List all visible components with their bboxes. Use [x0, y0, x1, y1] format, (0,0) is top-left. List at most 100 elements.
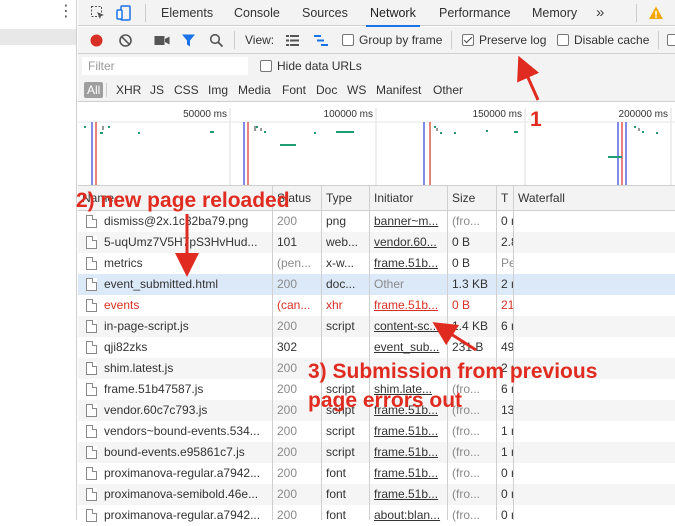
- network-overview[interactable]: 50000 ms 100000 ms 150000 ms 200000 ms: [78, 102, 675, 186]
- cell-time: 0 r: [501, 214, 513, 228]
- cell-type: web...: [326, 235, 359, 249]
- table-row[interactable]: dismiss@2x.1c82ba79.png 200 png banner~m...…: [78, 211, 675, 232]
- disable-cache-checkbox[interactable]: [557, 34, 569, 46]
- column-divider: [513, 186, 514, 520]
- tab-network[interactable]: Network: [366, 0, 420, 27]
- column-divider: [272, 186, 273, 520]
- cell-status: 200: [277, 319, 298, 333]
- more-tabs-button[interactable]: »: [596, 0, 604, 26]
- cell-type: x-w...: [326, 256, 355, 270]
- cell-status: 200: [277, 487, 298, 501]
- cell-initiator[interactable]: about:blan...: [370, 505, 447, 526]
- type-filter-doc[interactable]: Doc: [316, 82, 337, 98]
- cell-initiator[interactable]: Other: [370, 274, 447, 295]
- table-row[interactable]: bound-events.e95861c7.js 200 script frame.5…: [78, 442, 675, 463]
- cell-initiator[interactable]: frame.51b...: [370, 442, 447, 463]
- cell-type: png: [326, 214, 347, 228]
- tab-performance[interactable]: Performance: [439, 0, 511, 26]
- preserve-log-checkbox[interactable]: [462, 34, 474, 46]
- cell-size: (fro...: [452, 508, 481, 522]
- selected-line: [0, 29, 76, 45]
- type-filter-font[interactable]: Font: [282, 82, 306, 98]
- cell-initiator[interactable]: banner~m...: [370, 211, 447, 232]
- cell-status: 101: [277, 235, 298, 249]
- warning-icon[interactable]: [648, 5, 664, 21]
- record-icon[interactable]: [89, 33, 104, 48]
- column-header-size[interactable]: Size: [448, 186, 496, 211]
- type-filter-xhr[interactable]: XHR: [116, 82, 141, 98]
- cell-size: 231 B: [452, 340, 484, 354]
- type-filter-ws[interactable]: WS: [347, 82, 366, 98]
- annotation-step-1: 1: [530, 108, 542, 131]
- type-filter-media[interactable]: Media: [238, 82, 271, 98]
- table-row[interactable]: 5-uqUmz7V5H7pS3HvHud... 101 web... vendor.6…: [78, 232, 675, 253]
- cell-time: 49: [501, 340, 513, 354]
- column-header-time[interactable]: T: [497, 186, 513, 211]
- table-row[interactable]: proximanova-semibold.46e... 200 font frame.…: [78, 484, 675, 505]
- view-label: View:: [245, 33, 275, 47]
- table-row[interactable]: proximanova-regular.a7942... 200 font about…: [78, 505, 675, 526]
- table-row[interactable]: metrics (pen... x-w... frame.51b... 0 B Pe: [78, 253, 675, 274]
- cell-initiator[interactable]: frame.51b...: [370, 484, 447, 505]
- cell-initiator[interactable]: vendor.60...: [370, 232, 447, 253]
- cell-time: 6 r: [501, 319, 513, 333]
- devtools-panel: Elements Console Sources Network Perform…: [78, 0, 675, 522]
- table-row[interactable]: event_submitted.html 200 doc... Other 1.3 KB…: [78, 274, 675, 295]
- device-toolbar-icon[interactable]: [116, 5, 132, 21]
- type-filter-js[interactable]: JS: [150, 82, 164, 98]
- group-by-frame-checkbox[interactable]: [342, 34, 354, 46]
- filter-input[interactable]: [82, 57, 248, 75]
- cell-name: metrics: [104, 256, 143, 270]
- waterfall-overview-icon[interactable]: [313, 34, 329, 47]
- type-filter-css[interactable]: CSS: [174, 82, 199, 98]
- cell-type: font: [326, 466, 347, 480]
- cell-initiator[interactable]: content-sc...: [370, 316, 447, 337]
- more-vert-icon[interactable]: ⋮: [58, 4, 74, 20]
- cell-size: (fro...: [452, 424, 481, 438]
- column-header-waterfall[interactable]: Waterfall: [514, 186, 675, 211]
- cell-time: 1 r: [501, 445, 513, 459]
- hide-data-urls-checkbox[interactable]: [260, 60, 272, 72]
- column-header-type[interactable]: Type: [322, 186, 369, 211]
- throttle-checkbox[interactable]: [667, 34, 675, 46]
- cell-name: dismiss@2x.1c82ba79.png: [104, 214, 249, 228]
- tab-console[interactable]: Console: [234, 0, 280, 26]
- cell-initiator[interactable]: frame.51b...: [370, 295, 447, 316]
- cell-initiator[interactable]: frame.51b...: [370, 463, 447, 484]
- screenshot-camera-icon[interactable]: [154, 34, 170, 47]
- table-row[interactable]: vendors~bound-events.534... 200 script fram…: [78, 421, 675, 442]
- cell-type: xhr: [326, 298, 343, 312]
- column-divider: [369, 186, 370, 520]
- tab-elements[interactable]: Elements: [161, 0, 213, 26]
- search-icon[interactable]: [209, 33, 224, 48]
- table-row[interactable]: in-page-script.js 200 script content-sc... 1…: [78, 316, 675, 337]
- cell-name: vendor.60c7c793.js: [104, 403, 208, 417]
- requests-table: Name Status Type Initiator Size T Waterf…: [78, 186, 675, 522]
- cell-type: script: [326, 424, 355, 438]
- column-header-initiator[interactable]: Initiator: [370, 186, 447, 211]
- cell-initiator[interactable]: frame.51b...: [370, 253, 447, 274]
- type-filter-all[interactable]: All: [84, 82, 104, 98]
- tabbar-separator-right: [636, 4, 637, 22]
- tab-memory[interactable]: Memory: [532, 0, 577, 26]
- cell-name: qji82zks: [104, 340, 148, 354]
- cell-time: 21: [501, 298, 513, 312]
- cell-initiator[interactable]: event_sub...: [370, 337, 447, 358]
- clear-icon[interactable]: [118, 33, 133, 48]
- inspect-element-icon[interactable]: [90, 5, 106, 21]
- table-row[interactable]: events (can... xhr frame.51b... 0 B 21: [78, 295, 675, 316]
- large-rows-icon[interactable]: [285, 34, 300, 47]
- type-filter-img[interactable]: Img: [208, 82, 228, 98]
- cell-name: shim.latest.js: [104, 361, 174, 375]
- tab-sources[interactable]: Sources: [302, 0, 348, 26]
- type-filter-other[interactable]: Other: [433, 82, 463, 98]
- tabbar-separator: [145, 4, 146, 22]
- table-row[interactable]: proximanova-regular.a7942... 200 font frame…: [78, 463, 675, 484]
- overview-gray-bars: [102, 126, 640, 131]
- cell-initiator[interactable]: frame.51b...: [370, 421, 447, 442]
- filter-funnel-icon[interactable]: [181, 33, 196, 48]
- cell-size: 0 B: [452, 298, 471, 312]
- cell-time: 2.8: [501, 235, 513, 249]
- table-row[interactable]: qji82zks 302 event_sub... 231 B 49: [78, 337, 675, 358]
- type-filter-manifest[interactable]: Manifest: [376, 82, 421, 98]
